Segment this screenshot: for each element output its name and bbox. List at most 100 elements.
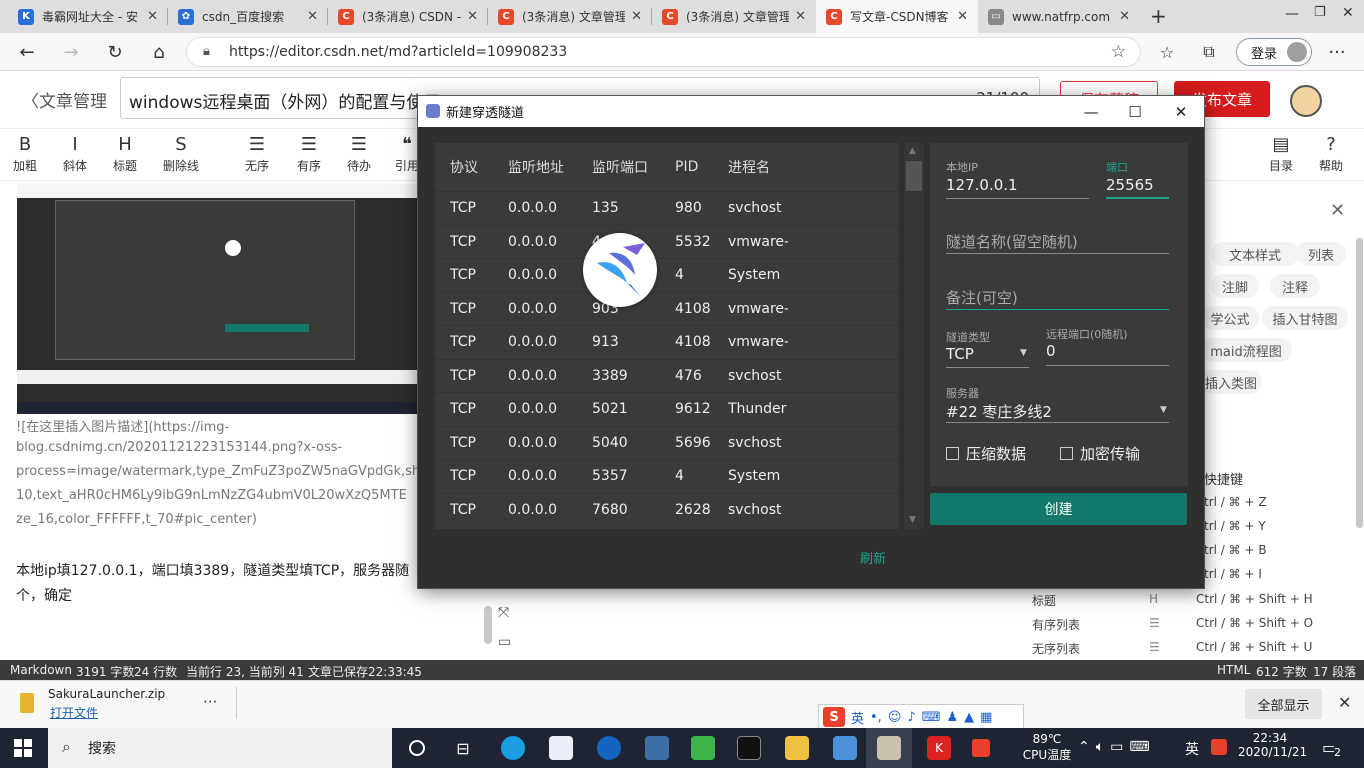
tab-close-icon[interactable]: ✕	[147, 9, 158, 24]
toolbar-bold-button[interactable]: B 加粗	[0, 133, 50, 174]
table-row[interactable]: TCP 0.0.0.0 135 980 svchost	[435, 191, 899, 225]
refresh-icon[interactable]: ↻	[98, 33, 132, 71]
editor-scrollbar[interactable]	[484, 606, 492, 644]
create-tunnel-button[interactable]: 创建	[930, 493, 1187, 525]
column-header[interactable]: PID	[675, 159, 725, 175]
column-header[interactable]: 协议	[450, 157, 500, 177]
dialog-minimize-button[interactable]: —	[1068, 96, 1114, 127]
scroll-down-icon[interactable]: ▼	[909, 515, 916, 525]
toolbar-heading-button[interactable]: H 标题	[100, 133, 150, 174]
help-chip[interactable]: 学公式	[1201, 306, 1259, 330]
encrypt-checkbox[interactable]: 加密传输	[1060, 443, 1140, 464]
close-download-bar-icon[interactable]: ✕	[1338, 693, 1351, 712]
help-button[interactable]: ? 帮助	[1306, 133, 1356, 174]
tunnel-name-input[interactable]: 隧道名称(留空随机)	[946, 231, 1078, 252]
server-select[interactable]: #22 枣庄多线2	[946, 401, 1052, 422]
scroll-up-icon[interactable]: ▲	[909, 146, 916, 156]
toolbar-italic-button[interactable]: I 斜体	[50, 133, 100, 174]
remote-port-input[interactable]: 0	[1046, 342, 1056, 360]
refresh-button[interactable]: 刷新	[860, 548, 886, 567]
close-window-button[interactable]: ✕	[1342, 5, 1354, 21]
skin-icon[interactable]: ▲	[964, 710, 974, 725]
toolbar-todo-button[interactable]: ☰ 待办	[334, 133, 384, 174]
column-header[interactable]: 监听端口	[592, 157, 672, 177]
control-panel-icon[interactable]	[822, 728, 868, 768]
dialog-maximize-button[interactable]: ☐	[1112, 96, 1158, 127]
minimize-window-button[interactable]: —	[1285, 6, 1299, 22]
markdown-editor-pane[interactable]: ![在这里插入图片描述](https://img-blog.csdnimg.cn…	[0, 182, 492, 660]
profile-login-button[interactable]: 登录	[1236, 38, 1312, 66]
url-field[interactable]: 🔒︎ https://editor.csdn.net/md?articleId=…	[186, 37, 1141, 67]
keyboard-icon[interactable]: ⌨	[922, 710, 941, 725]
tab-close-icon[interactable]: ✕	[795, 9, 806, 24]
taskbar-search-box[interactable]: ⌕ 搜索	[48, 728, 392, 768]
forward-arrow-icon[interactable]: →	[54, 33, 88, 71]
more-menu-icon[interactable]: ···	[1320, 33, 1354, 71]
remote-desktop-icon[interactable]	[634, 728, 680, 768]
ime-mode-label[interactable]: 英	[851, 708, 864, 727]
table-scrollbar[interactable]: ▲ ▼	[904, 143, 924, 529]
windows-start-icon[interactable]	[0, 728, 46, 768]
tab-close-icon[interactable]: ✕	[957, 9, 968, 24]
table-row[interactable]: TCP0.0.0.04454System	[435, 258, 899, 292]
column-header[interactable]: 进程名	[728, 157, 788, 177]
chevron-down-icon[interactable]: ▼	[1020, 348, 1027, 358]
system-tray-icons[interactable]: ⌃🔈︎▭⌨	[1078, 739, 1156, 755]
scroll-thumb[interactable]	[906, 161, 922, 191]
chevron-down-icon[interactable]: ▼	[1160, 405, 1167, 415]
sogou-small-icon[interactable]	[1211, 739, 1227, 755]
dialog-titlebar[interactable]: 新建穿透隧道 — ☐ ✕	[418, 96, 1204, 127]
open-file-link[interactable]: 打开文件	[50, 704, 98, 721]
table-row[interactable]: TCP0.0.0.04435532vmware-h	[435, 224, 899, 259]
favorites-icon[interactable]: ☆	[1150, 33, 1184, 71]
tunnel-type-select[interactable]: TCP	[946, 345, 974, 363]
tab-close-icon[interactable]: ✕	[1119, 9, 1130, 24]
clock[interactable]: 22:34 2020/11/21	[1238, 731, 1307, 759]
chat-app-icon[interactable]	[586, 728, 632, 768]
favorite-star-icon[interactable]: ☆	[1111, 42, 1126, 62]
file-explorer-icon[interactable]	[774, 728, 820, 768]
toolbar-unordered-list-button[interactable]: ☰ 无序	[232, 133, 282, 174]
table-row[interactable]: TCP 0.0.0.0 3389 476 svchost	[435, 358, 899, 393]
terminal-icon[interactable]	[726, 728, 772, 768]
home-icon[interactable]: ⌂	[142, 33, 176, 71]
column-header[interactable]: 监听地址	[508, 157, 588, 177]
task-view-icon[interactable]: ⊟	[440, 728, 486, 768]
table-row[interactable]: TCP 0.0.0.0 7680 2628 svchost	[435, 492, 899, 527]
emoji-icon[interactable]: ☺	[888, 710, 902, 725]
show-all-downloads-button[interactable]: 全部显示	[1245, 689, 1322, 719]
help-chip[interactable]: 列表	[1296, 242, 1346, 266]
anime-app-icon[interactable]	[866, 728, 912, 768]
help-scrollbar[interactable]	[1356, 238, 1363, 528]
help-chip[interactable]: 插入类图	[1200, 370, 1262, 394]
compress-checkbox[interactable]: 压缩数据	[946, 443, 1026, 464]
edge-browser-icon[interactable]	[490, 728, 536, 768]
table-row[interactable]: TCP0.0.0.09034108vmware-a	[435, 291, 899, 326]
new-tab-button[interactable]: +	[1150, 4, 1167, 28]
tab-close-icon[interactable]: ✕	[467, 9, 478, 24]
table-row[interactable]: TCP 0.0.0.0 913 4108 vmware-a	[435, 325, 899, 359]
tab-close-icon[interactable]: ✕	[631, 9, 642, 24]
browser-tab[interactable]: ✿ csdn_百度搜索 ✕	[168, 0, 328, 33]
table-row[interactable]: TCP 0.0.0.0 5021 9612 Thunder	[435, 392, 899, 426]
browser-tab[interactable]: K 毒霸网址大全 - 安 ✕	[8, 0, 168, 33]
taskbar-ime-label[interactable]: 英	[1185, 739, 1199, 759]
help-chip[interactable]: 插入甘特图	[1262, 306, 1348, 330]
help-chip[interactable]: 文本样式	[1211, 242, 1299, 266]
punctuation-icon[interactable]: •,	[870, 710, 882, 725]
user-icon[interactable]: ♟	[946, 710, 958, 725]
kingsoft-icon[interactable]: K	[916, 728, 962, 768]
user-avatar[interactable]	[1290, 85, 1322, 117]
collections-icon[interactable]: ⧉	[1192, 33, 1226, 71]
browser-tab[interactable]: C (3条消息) 文章管理 ✕	[652, 0, 816, 33]
tab-close-icon[interactable]: ✕	[307, 9, 318, 24]
table-row[interactable]: TCP 0.0.0.0 5357 4 System	[435, 459, 899, 493]
ime-toolbar[interactable]: S 英 •, ☺ ♪ ⌨ ♟ ▲ ▦	[818, 704, 1024, 730]
help-chip[interactable]: maid流程图	[1200, 338, 1292, 362]
browser-tab[interactable]: C (3条消息) 文章管理 ✕	[488, 0, 652, 33]
course-app-icon[interactable]	[680, 728, 726, 768]
sogou-tray-icon[interactable]	[958, 728, 1004, 768]
cpu-temp-widget[interactable]: 89℃ CPU温度	[1022, 732, 1072, 763]
toolbox-icon[interactable]: ▦	[980, 710, 992, 725]
help-chip[interactable]: 注脚	[1211, 274, 1259, 298]
